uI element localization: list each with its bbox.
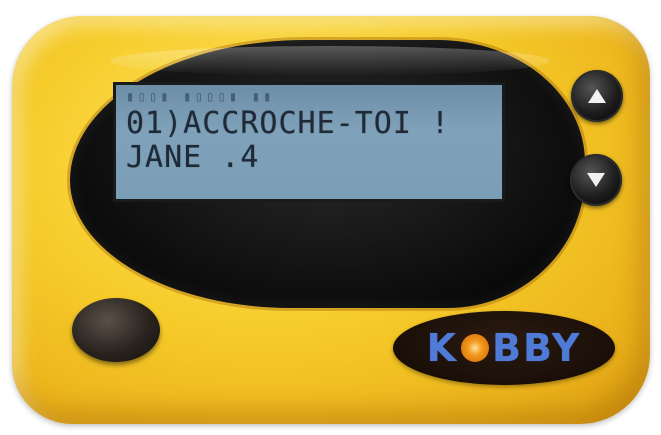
bezel-shine xyxy=(110,46,550,76)
scroll-up-button[interactable] xyxy=(571,70,623,122)
lcd-line-1: 01)ACCROCHE-TOI ! xyxy=(126,106,451,141)
lcd-line-2: JANE .4 xyxy=(126,140,260,175)
triangle-up-icon xyxy=(588,89,606,103)
triangle-down-icon xyxy=(587,173,605,187)
pager-photo: ▮▯▯▮ ▮▯▯▯▮ ▮▮ 01)ACCROCHE-TOI ! JANE .4 … xyxy=(0,0,661,435)
scroll-down-button[interactable] xyxy=(570,154,622,206)
side-button[interactable] xyxy=(72,298,160,362)
logo-o-dot-icon xyxy=(461,333,490,362)
brand-logo-text: K BBY xyxy=(427,326,582,370)
brand-logo-badge: K BBY xyxy=(393,311,615,385)
lcd-display: ▮▯▯▮ ▮▯▯▯▮ ▮▮ 01)ACCROCHE-TOI ! JANE .4 xyxy=(113,82,505,202)
logo-letters-bby: BBY xyxy=(492,326,582,370)
logo-letter-k: K xyxy=(426,326,459,370)
lcd-status-row: ▮▯▯▮ ▮▯▯▯▮ ▮▮ xyxy=(126,89,275,105)
